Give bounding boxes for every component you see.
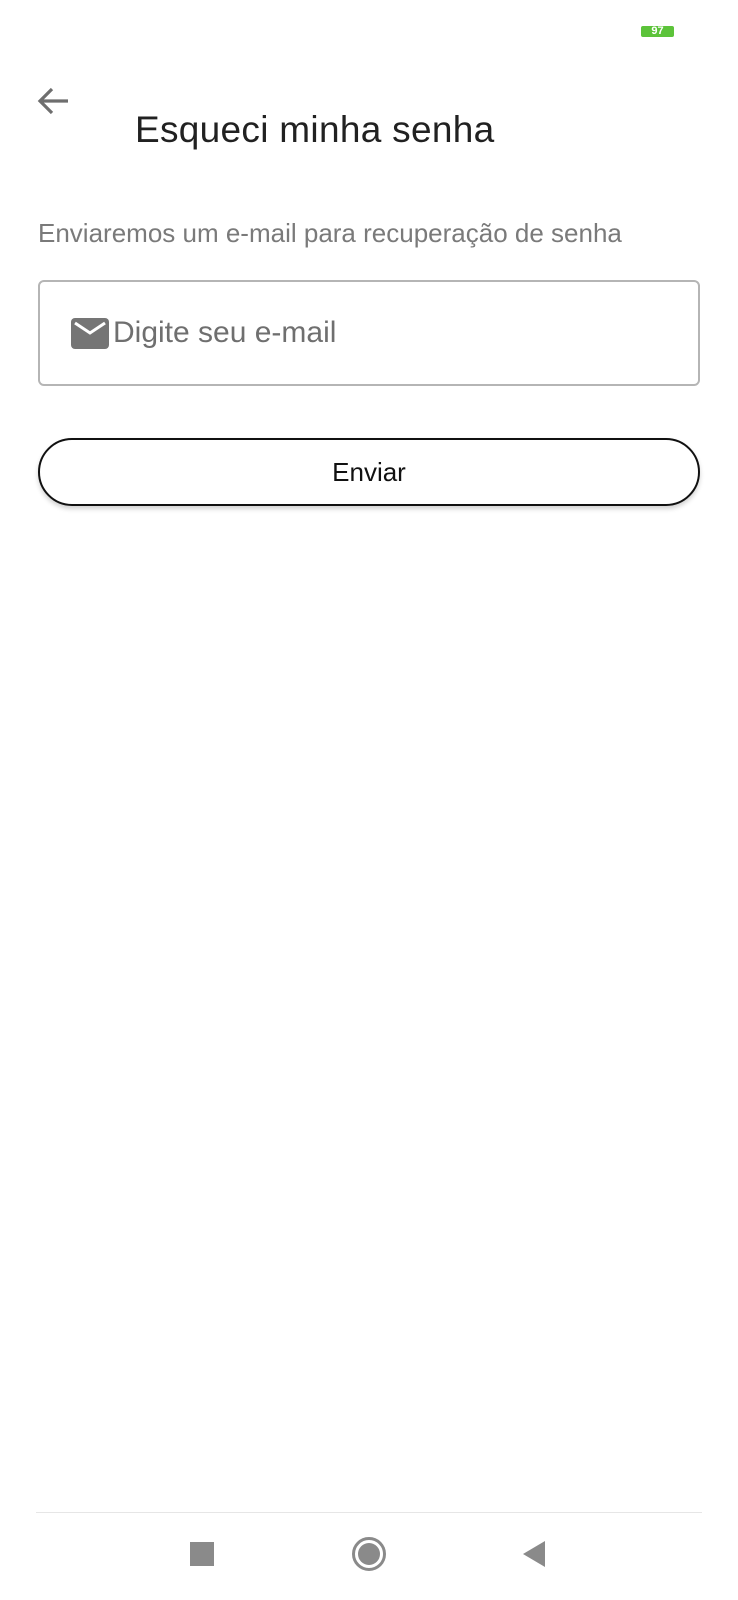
description-text: Enviaremos um e-mail para recuperação de… (38, 218, 622, 248)
back-button[interactable] (30, 80, 76, 126)
submit-button[interactable]: Enviar (38, 438, 700, 506)
arrow-left-icon (36, 86, 70, 121)
email-field[interactable] (38, 280, 700, 386)
status-bar: 97 (0, 0, 738, 60)
system-back-button[interactable] (509, 1531, 559, 1581)
recents-button[interactable] (177, 1531, 227, 1581)
triangle-back-icon (522, 1540, 546, 1572)
email-input[interactable] (113, 316, 673, 350)
forgot-password-screen: 97 Esqueci minha senha Enviaremos um e-m… (0, 0, 738, 1600)
home-button[interactable] (344, 1531, 394, 1581)
page-title: Esqueci minha senha (135, 108, 495, 150)
square-icon (190, 1541, 214, 1571)
system-nav-bar (0, 1513, 738, 1600)
mail-icon (71, 317, 111, 349)
battery-indicator: 97 (641, 26, 674, 37)
circle-icon (351, 1536, 387, 1577)
